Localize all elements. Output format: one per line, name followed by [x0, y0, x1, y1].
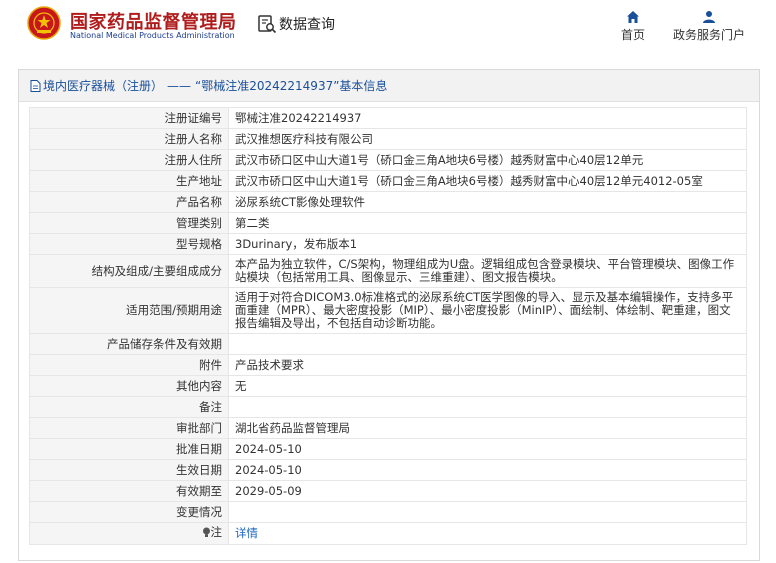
field-key: 注册人住所 [29, 149, 229, 171]
field-key: 有效期至 [29, 480, 229, 502]
field-value: 适用于对符合DICOM3.0标准格式的泌尿系统CT医学图像的导入、显示及基本编辑… [228, 287, 747, 334]
table-row: 产品名称 泌尿系统CT影像处理软件 [29, 191, 747, 213]
field-key: 批准日期 [29, 438, 229, 460]
lightbulb-icon [202, 527, 210, 537]
page-title: “鄂械注准20242214937”基本信息 [195, 79, 388, 93]
nav-service-portal-label: 政务服务门户 [672, 28, 745, 42]
field-key: 生产地址 [29, 170, 229, 192]
field-key: 产品储存条件及有效期 [29, 333, 229, 355]
field-value: 无 [228, 375, 747, 397]
field-value: 泌尿系统CT影像处理软件 [228, 191, 747, 213]
field-value: 第二类 [228, 212, 747, 234]
panel-title: 境内医疗器械（注册） —— “鄂械注准20242214937”基本信息 [19, 70, 759, 102]
field-value [228, 501, 747, 523]
info-panel: 境内医疗器械（注册） —— “鄂械注准20242214937”基本信息 注册证编… [18, 69, 760, 561]
data-query-icon [258, 15, 277, 34]
field-key: 注册证编号 [29, 107, 229, 129]
table-row: 审批部门 湖北省药品监督管理局 [29, 417, 747, 439]
home-icon [627, 11, 639, 23]
table-row: 附件 产品技术要求 [29, 354, 747, 376]
field-key: 适用范围/预期用途 [29, 287, 229, 334]
field-value: 武汉市硚口区中山大道1号（硚口金三角A地块6号楼）越秀财富中心40层12单元40… [228, 170, 747, 192]
field-value: 武汉市硚口区中山大道1号（硚口金三角A地块6号楼）越秀财富中心40层12单元 [228, 149, 747, 171]
table-row: 注册证编号 鄂械注准20242214937 [29, 107, 747, 129]
field-key: 其他内容 [29, 375, 229, 397]
field-key: 型号规格 [29, 233, 229, 255]
site-name-en: National Medical Products Administration [70, 31, 235, 40]
table-row: 产品储存条件及有效期 [29, 333, 747, 355]
field-key: 审批部门 [29, 417, 229, 439]
field-value: 本产品为独立软件，C/S架构，物理组成为U盘。逻辑组成包含登录模块、平台管理模块… [228, 254, 747, 288]
field-value: 湖北省药品监督管理局 [228, 417, 747, 439]
note-value: 详情 [228, 522, 747, 545]
table-row: 注册人住所 武汉市硚口区中山大道1号（硚口金三角A地块6号楼）越秀财富中心40层1… [29, 149, 747, 171]
field-value [228, 396, 747, 418]
table-row: 结构及组成/主要组成成分 本产品为独立软件，C/S架构，物理组成为U盘。逻辑组成包… [29, 254, 747, 288]
breadcrumb-category[interactable]: 境内医疗器械（注册） [43, 77, 163, 94]
table-row: 型号规格 3Durinary，发布版本1 [29, 233, 747, 255]
field-value: 鄂械注准20242214937 [228, 107, 747, 129]
nav-home[interactable]: 首页 [617, 10, 649, 43]
field-value: 3Durinary，发布版本1 [228, 233, 747, 255]
table-row: 有效期至 2029-05-09 [29, 480, 747, 502]
nav-home-label: 首页 [620, 28, 645, 42]
field-key: 产品名称 [29, 191, 229, 213]
field-value: 产品技术要求 [228, 354, 747, 376]
field-key: 备注 [29, 396, 229, 418]
table-row: 变更情况 [29, 501, 747, 523]
nav-service-portal[interactable]: 政务服务门户 [671, 10, 747, 43]
breadcrumb-separator: —— [167, 78, 192, 93]
details-link[interactable]: 详情 [235, 526, 258, 540]
note-key: 注 [210, 525, 223, 539]
document-icon [30, 79, 41, 92]
field-key: 变更情况 [29, 501, 229, 523]
user-icon [703, 11, 715, 23]
field-value: 2024-05-10 [228, 438, 747, 460]
note-key-cell: 注 [29, 522, 229, 545]
table-row: 其他内容无 [29, 375, 747, 397]
field-value: 2029-05-09 [228, 480, 747, 502]
info-table: 注册证编号 鄂械注准20242214937 注册人名称 武汉推想医疗科技有限公司 注… [29, 107, 747, 545]
site-header: 国家药品监督管理局 National Medical Products Admi… [0, 0, 776, 58]
table-row: 适用范围/预期用途 适用于对符合DICOM3.0标准格式的泌尿系统CT医学图像的导… [29, 287, 747, 334]
national-emblem-icon [27, 6, 61, 40]
table-row: 注册人名称 武汉推想医疗科技有限公司 [29, 128, 747, 150]
note-row: 注 详情 [29, 522, 747, 545]
field-value: 2024-05-10 [228, 459, 747, 481]
field-key: 附件 [29, 354, 229, 376]
data-query-label: 数据查询 [279, 17, 335, 33]
field-key: 结构及组成/主要组成成分 [29, 254, 229, 288]
table-row: 生效日期 2024-05-10 [29, 459, 747, 481]
data-query-link[interactable]: 数据查询 [257, 14, 335, 34]
field-value: 武汉推想医疗科技有限公司 [228, 128, 747, 150]
table-row: 管理类别 第二类 [29, 212, 747, 234]
field-key: 注册人名称 [29, 128, 229, 150]
table-row: 批准日期 2024-05-10 [29, 438, 747, 460]
field-key: 管理类别 [29, 212, 229, 234]
table-row: 备注 [29, 396, 747, 418]
field-value [228, 333, 747, 355]
table-row: 生产地址 武汉市硚口区中山大道1号（硚口金三角A地块6号楼）越秀财富中心40层12… [29, 170, 747, 192]
field-key: 生效日期 [29, 459, 229, 481]
